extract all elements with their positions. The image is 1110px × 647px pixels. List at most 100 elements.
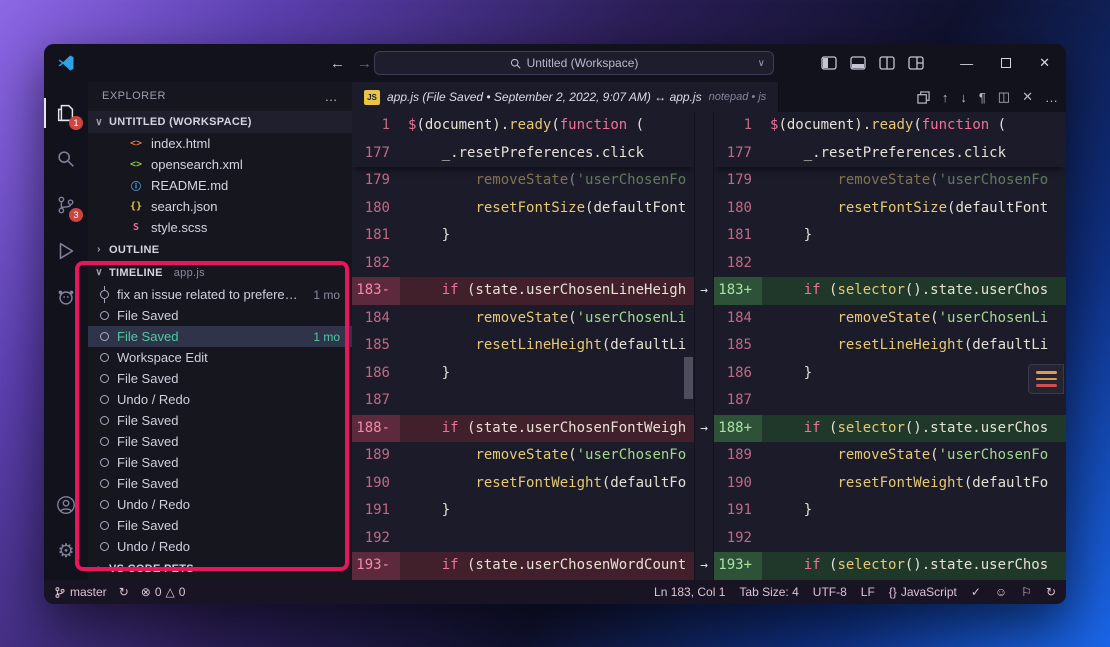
source-control-icon[interactable]: 3 [44,184,88,226]
nav-forward-icon[interactable]: → [357,55,372,72]
code-line[interactable]: if (selector().state.userChos [762,552,1066,580]
more-actions-icon[interactable]: … [325,89,339,104]
next-change-icon[interactable]: ↓ [960,90,967,105]
explorer-icon[interactable]: 1 [44,92,88,134]
revert-change-arrow-icon[interactable]: → [695,277,713,305]
customize-layout-icon[interactable] [908,56,924,70]
timeline-item[interactable]: File Saved [88,410,352,431]
file-item-index.html[interactable]: <>index.html [88,133,352,154]
branch-indicator[interactable]: master [54,585,107,599]
outline-section-header[interactable]: › OUTLINE [88,238,352,261]
file-item-opensearch.xml[interactable]: <>opensearch.xml [88,154,352,175]
code-line[interactable] [762,387,1066,415]
pets-section-header[interactable]: › VS CODE PETS [88,557,352,580]
file-item-README.md[interactable]: ⓘREADME.md [88,175,352,196]
timeline-item[interactable]: Undo / Redo [88,536,352,557]
timeline-item[interactable]: fix an issue related to prefere…1 mo [88,284,352,305]
code-line[interactable]: } [762,497,1066,525]
code-line[interactable]: resetFontSize(defaultFont [762,195,1066,223]
code-line[interactable]: removeState('userChosenFo [400,167,694,195]
timeline-item[interactable]: File Saved [88,431,352,452]
code-line[interactable]: resetLineHeight(defaultLi [762,332,1066,360]
timeline-item[interactable]: Workspace Edit [88,347,352,368]
nav-back-icon[interactable]: ← [330,55,345,72]
workspace-section-header[interactable]: ∨ UNTITLED (WORKSPACE) [88,111,352,134]
timeline-item[interactable]: File Saved [88,368,352,389]
notifications-icon[interactable]: ↻ [1046,585,1056,599]
code-line[interactable]: if (selector().state.userChos [762,277,1066,305]
split-editor-icon[interactable] [879,56,895,70]
timeline-item[interactable]: Undo / Redo [88,389,352,410]
timeline-item[interactable]: Undo / Redo [88,494,352,515]
code-line[interactable]: _.resetPreferences.click [762,140,1066,168]
code-line[interactable]: removeState('userChosenFo [762,167,1066,195]
whitespace-toggle-icon[interactable]: ¶ [979,90,986,105]
code-line[interactable]: removeState('userChosenLi [400,305,694,333]
scrollbar-thumb[interactable] [684,357,693,399]
code-line[interactable]: resetFontWeight(defaultFo [762,470,1066,498]
code-line[interactable]: resetLineHeight(defaultLi [400,332,694,360]
more-actions-icon[interactable]: … [1045,90,1058,105]
overview-ruler-widget[interactable] [1028,364,1064,394]
code-line[interactable]: if (selector().state.userChos [762,415,1066,443]
eol-indicator[interactable]: LF [861,585,875,599]
sync-icon[interactable]: ↻ [119,585,129,599]
timeline-item[interactable]: File Saved [88,305,352,326]
language-indicator[interactable]: {} JavaScript [889,585,957,599]
cursor-position[interactable]: Ln 183, Col 1 [654,585,725,599]
code-line[interactable] [400,525,694,553]
remote-flag-icon[interactable]: ⚐ [1021,585,1032,599]
code-line[interactable]: _.resetPreferences.click [400,140,694,168]
code-line[interactable]: } [400,360,694,388]
prettier-check-icon[interactable]: ✓ [971,585,981,599]
code-line[interactable]: if (state.userChosenFontWeigh [400,415,694,443]
code-line[interactable]: } [762,222,1066,250]
previous-change-icon[interactable]: ↑ [942,90,949,105]
code-line[interactable]: } [762,360,1066,388]
code-line[interactable] [400,250,694,278]
code-line[interactable]: removeState('userChosenFo [762,442,1066,470]
code-line[interactable]: removeState('userChosenLi [762,305,1066,333]
code-line[interactable]: removeState('userChosenFo [400,442,694,470]
tab-appjs-diff[interactable]: JS app.js (File Saved • September 2, 202… [352,82,779,112]
timeline-section-header[interactable]: ∨ TIMELINE app.js [88,261,352,284]
toggle-sidebar-icon[interactable] [821,56,837,70]
code-line[interactable]: $(document).ready(function ( [762,112,1066,140]
settings-gear-icon[interactable]: ⚙ [44,530,88,572]
pets-icon[interactable] [44,276,88,318]
copy-icon[interactable] [917,91,930,104]
timeline-item[interactable]: File Saved [88,515,352,536]
code-line[interactable]: $(document).ready(function ( [400,112,694,140]
close-button[interactable]: ✕ [1039,55,1050,71]
maximize-button[interactable] [1001,58,1011,68]
tab-size-indicator[interactable]: Tab Size: 4 [739,585,798,599]
close-editor-icon[interactable]: ✕ [1022,89,1033,105]
encoding-indicator[interactable]: UTF-8 [813,585,847,599]
command-center-search[interactable]: Untitled (Workspace) ∨ [374,51,774,75]
file-item-style.scss[interactable]: Sstyle.scss [88,217,352,238]
code-line[interactable]: if (state.userChosenLineHeigh [400,277,694,305]
code-line[interactable]: if (state.userChosenWordCount [400,552,694,580]
revert-change-arrow-icon[interactable]: → [695,552,713,580]
code-line[interactable]: } [400,222,694,250]
timeline-item[interactable]: File Saved [88,452,352,473]
timeline-item[interactable]: File Saved [88,473,352,494]
problems-indicator[interactable]: ⊗ 0 △ 0 [141,585,186,599]
diff-right-row: 188+ if (selector().state.userChos [714,415,1066,443]
timeline-item[interactable]: File Saved1 mo [88,326,352,347]
toggle-panel-icon[interactable] [850,56,866,70]
code-line[interactable]: resetFontWeight(defaultFo [400,470,694,498]
file-item-search.json[interactable]: {}search.json [88,196,352,217]
minimize-button[interactable]: — [960,56,973,71]
code-line[interactable]: resetFontSize(defaultFont [400,195,694,223]
run-debug-icon[interactable] [44,230,88,272]
split-editor-icon[interactable]: ◫ [998,89,1010,105]
code-line[interactable] [762,250,1066,278]
code-line[interactable]: } [400,497,694,525]
search-view-icon[interactable] [44,138,88,180]
account-icon[interactable] [44,484,88,526]
code-line[interactable] [762,525,1066,553]
code-line[interactable] [400,387,694,415]
revert-change-arrow-icon[interactable]: → [695,415,713,443]
feedback-smiley-icon[interactable]: ☺ [995,585,1007,599]
